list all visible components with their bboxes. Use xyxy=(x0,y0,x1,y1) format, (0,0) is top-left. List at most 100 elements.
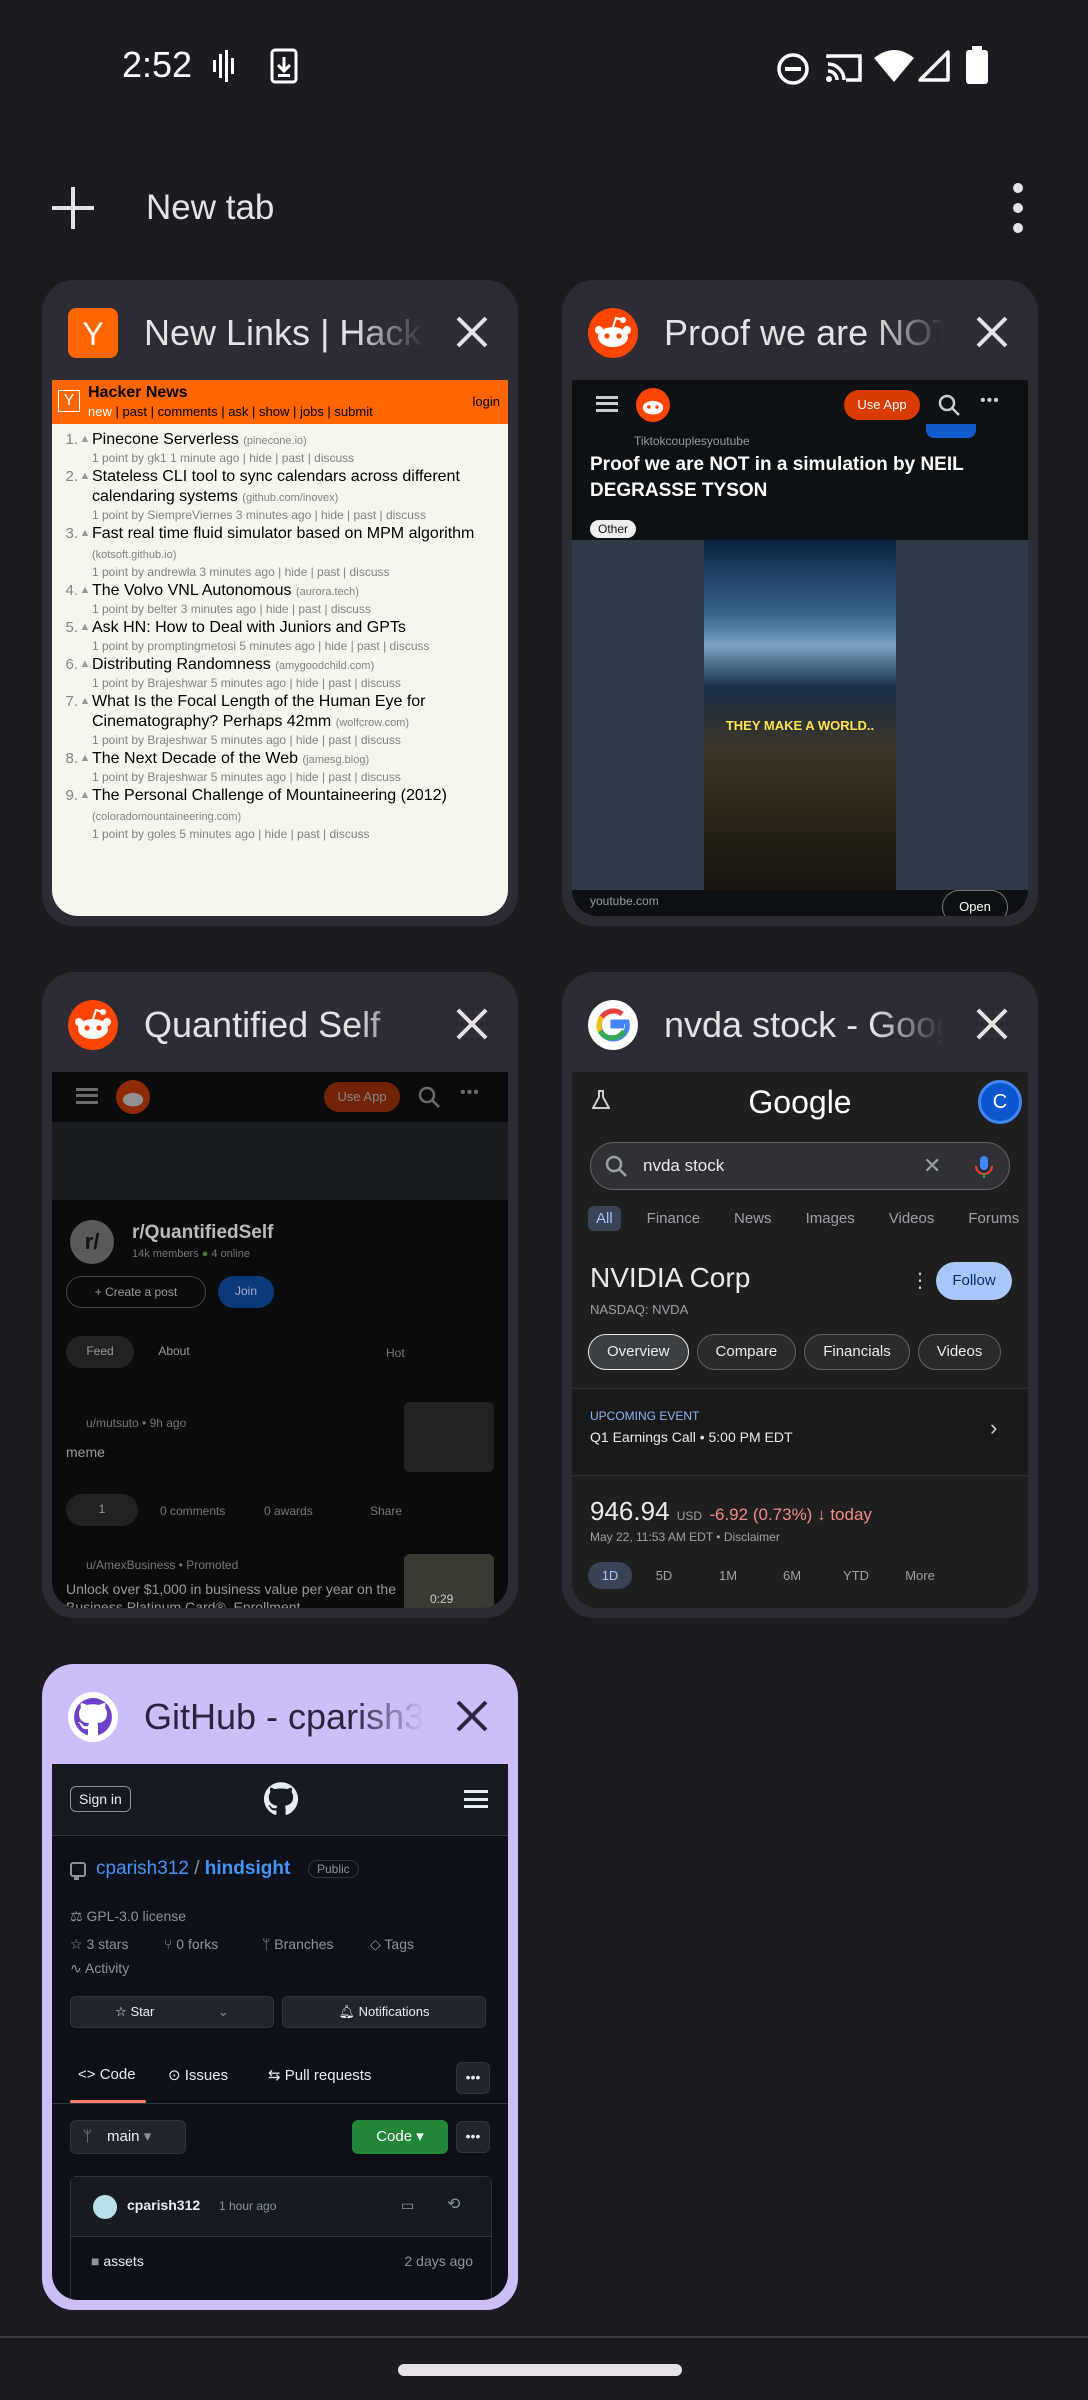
price-change-value: -6.92 (0.73%) xyxy=(709,1505,813,1524)
license-label: GPL-3.0 license xyxy=(86,1908,187,1924)
hn-story-body: Stateless CLI tool to sync calendars acr… xyxy=(92,467,502,522)
hn-logo-icon: Y xyxy=(58,390,80,412)
repo-tabs: <> Code ⊙ Issues ⇆ Pull requests ••• xyxy=(52,2052,508,2104)
hn-story-site: (amygoodchild.com) xyxy=(275,660,375,672)
post-domain: youtube.com xyxy=(590,894,659,908)
repo-name: hindsight xyxy=(204,1858,291,1879)
upvote-icon: ▲ xyxy=(79,752,91,764)
tags-label: Tags xyxy=(384,1936,414,1952)
close-icon[interactable] xyxy=(450,1002,494,1046)
stock-price: 946.94 USD -6.92 (0.73%) ↓ today xyxy=(590,1496,872,1527)
hn-story-body: Pinecone Serverless (pinecone.io) 1 point… xyxy=(92,430,502,465)
search-query: nvda stock xyxy=(643,1156,725,1175)
search-filter-tab: Videos xyxy=(888,1210,935,1227)
branches-label: Branches xyxy=(274,1936,334,1952)
active-tab-indicator xyxy=(70,2100,146,2103)
create-post-label: Create a post xyxy=(105,1285,178,1299)
close-icon[interactable] xyxy=(450,310,494,354)
hn-story: 3. ▲ Fast real time fluid simulator based … xyxy=(58,524,502,579)
post-author: Tiktokcouplesyoutube xyxy=(634,434,750,448)
download-icon xyxy=(270,48,298,84)
hn-story-title-line: Ask HN: How to Deal with Juniors and GPT… xyxy=(92,618,502,639)
star-icon: ☆ xyxy=(115,2004,127,2019)
dnd-icon xyxy=(777,53,809,85)
close-icon[interactable] xyxy=(970,1002,1014,1046)
tab-card-header: Quantified Self xyxy=(42,972,518,1072)
tab-thumbnail: Use App ••• Tiktokcouplesyoutube Proof w… xyxy=(572,380,1028,916)
reddit-header: Use App ••• xyxy=(572,380,1028,430)
tab-title: nvda stock - Google Search xyxy=(664,1004,944,1045)
event-title: Q1 Earnings Call • 5:00 PM EDT xyxy=(590,1429,793,1445)
star-button-label: Star xyxy=(130,2004,155,2019)
tab-title: Proof we are NOT in a simulation xyxy=(664,312,944,353)
open-button: Open xyxy=(942,890,1008,916)
search-filter-tabs: AllFinanceNewsImagesVideosForumsWeb xyxy=(588,1206,1028,1236)
hamburger-icon xyxy=(464,1790,488,1808)
tab-card-header: GitHub - cparish312/hindsight xyxy=(42,1664,518,1764)
tab-title: New Links | Hacker News xyxy=(144,312,424,353)
reddit-header: Use App ••• xyxy=(52,1072,508,1122)
new-tab-button[interactable]: New tab xyxy=(146,188,274,228)
chart-range-tab: 5D xyxy=(655,1568,673,1583)
hn-story: 4. ▲ The Volvo VNL Autonomous (aurora.tech… xyxy=(58,581,502,616)
hn-site-name: Hacker News xyxy=(88,384,188,401)
tab-switcher-toolbar: New tab xyxy=(0,170,1088,250)
bell-icon: 🔔︎ xyxy=(338,2004,356,2019)
history-icon: ⟲ xyxy=(447,2196,461,2213)
chart-range-tab: 6M xyxy=(782,1568,802,1583)
subreddit-name: r/QuantifiedSelf xyxy=(132,1222,274,1243)
hn-story: 6. ▲ Distributing Randomness (amygoodchild… xyxy=(58,655,502,690)
hamburger-icon xyxy=(76,1088,98,1104)
avatar xyxy=(93,2195,117,2219)
tags-link: ◇ Tags xyxy=(370,1936,414,1953)
search-filter-tab: News xyxy=(734,1210,772,1227)
chart-range-tab: 1M xyxy=(718,1568,738,1583)
close-icon[interactable] xyxy=(970,310,1014,354)
hn-nav: new | past | comments | ask | show | job… xyxy=(88,404,373,419)
repo-path: cparish312 / hindsight xyxy=(96,1858,291,1879)
chevron-right-icon: › xyxy=(990,1415,998,1440)
tab-card-github[interactable]: GitHub - cparish312/hindsight Sign in cp… xyxy=(42,1664,518,2310)
hn-story-body: What Is the Focal Length of the Human Ey… xyxy=(92,692,502,747)
plus-icon[interactable] xyxy=(50,185,96,231)
repo-icon xyxy=(70,1862,86,1880)
post-flair: Other xyxy=(590,520,637,538)
activity-label: Activity xyxy=(84,1960,130,1976)
more-vertical-icon[interactable] xyxy=(1000,180,1036,236)
subreddit-icon: r/ xyxy=(70,1220,114,1264)
clear-icon: ✕ xyxy=(923,1153,942,1178)
upvote-icon: ▲ xyxy=(79,584,91,596)
hn-story-title: The Next Decade of the Web xyxy=(92,750,299,767)
ellipsis-icon: ▭ xyxy=(401,2197,415,2213)
hn-story-title: Fast real time fluid simulator based on … xyxy=(92,525,475,542)
hn-story-body: Distributing Randomness (amygoodchild.co… xyxy=(92,655,502,690)
tab-card-header: Proof we are NOT in a simulation xyxy=(562,280,1038,380)
hn-story-title-line: The Personal Challenge of Mountaineering… xyxy=(92,786,502,827)
hn-story-site: (kotsoft.github.io) xyxy=(92,549,177,561)
search-filter-tab: Forums xyxy=(968,1210,1020,1227)
hn-story-title: Distributing Randomness xyxy=(92,656,271,673)
post-video: THEY MAKE A WORLD.. xyxy=(572,540,1028,890)
hn-rank: 9. xyxy=(65,787,78,804)
hn-rank: 5. xyxy=(65,619,78,636)
gesture-handle[interactable] xyxy=(398,2364,682,2376)
tab-card-reddit-simulation[interactable]: Proof we are NOT in a simulation Use App… xyxy=(562,280,1038,926)
hn-story-subtext: 1 point by andrewla 3 minutes ago | hide… xyxy=(92,565,390,579)
subreddit-members: 14k members ● 4 online xyxy=(132,1248,250,1260)
tab-card-google-search[interactable]: nvda stock - Google Search Google C nvda… xyxy=(562,972,1038,1618)
voicemail-icon xyxy=(213,50,234,82)
feed-tab: Feed xyxy=(66,1336,134,1368)
hn-story-subtext: 1 point by Brajeshwar 5 minutes ago | hi… xyxy=(92,676,401,690)
wifi-icon xyxy=(874,50,914,82)
upvote-icon: ▲ xyxy=(79,789,91,801)
tab-card-quantified-self[interactable]: Quantified Self Use App ••• r/ r/Quantif… xyxy=(42,972,518,1618)
search-icon xyxy=(605,1155,627,1177)
chevron-down-icon: ⌄ xyxy=(217,2004,229,2019)
use-app-button: Use App xyxy=(844,390,920,420)
reddit-icon xyxy=(68,1000,118,1050)
tab-card-hacker-news[interactable]: Y New Links | Hacker News Y Hacker News … xyxy=(42,280,518,926)
stock-ticker: NASDAQ: NVDA xyxy=(590,1302,689,1317)
close-icon[interactable] xyxy=(450,1694,494,1738)
branch-icon: ᛘ xyxy=(83,2128,93,2145)
hn-story-title-line: Pinecone Serverless (pinecone.io) xyxy=(92,430,502,451)
